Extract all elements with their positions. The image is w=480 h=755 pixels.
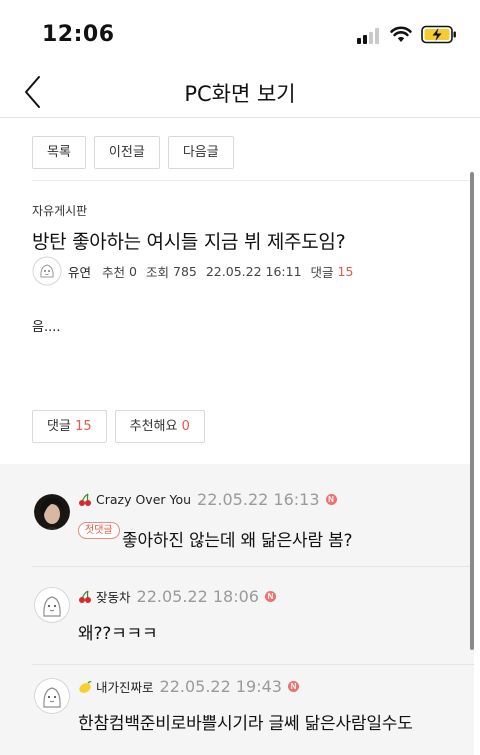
commenter-avatar[interactable] [34, 678, 70, 714]
recommend-button[interactable]: 추천해요 0 [114, 410, 205, 443]
post-actions: 댓글 15 추천해요 0 [32, 410, 205, 443]
post-meta: 유연 추천 0 조회 785 22.05.22 16:11 댓글 15 [32, 256, 362, 286]
comment-list: Crazy Over You 22.05.22 16:13 N 첫댓글 좋아하진… [0, 464, 474, 755]
commenter-name[interactable]: Crazy Over You [96, 492, 191, 507]
page-title: PC화면 보기 [184, 82, 296, 106]
new-badge: N [325, 494, 337, 505]
cherry-icon [79, 589, 91, 603]
comment-date: 22.05.22 16:13 [197, 490, 320, 509]
first-comment-tag: 첫댓글 [78, 522, 120, 539]
navigation-bar: PC화면 보기 [0, 66, 480, 118]
comments-label: 댓글 [310, 264, 334, 280]
likes-count: 0 [129, 263, 137, 279]
views-count: 785 [173, 263, 197, 279]
post-navigation: 목록 이전글 다음글 [32, 136, 234, 169]
list-button[interactable]: 목록 [32, 136, 86, 169]
comment-header: 잦동차 22.05.22 18:06 N [78, 587, 276, 606]
post-date: 22.05.22 16:11 [205, 263, 302, 279]
board-name[interactable]: 자유게시판 [32, 202, 87, 219]
comment-text: 한참컴백준비로바쁠시기라 글쎄 닮은사람일수도 [78, 714, 413, 734]
comment-item: Crazy Over You 22.05.22 16:13 N 첫댓글 좋아하진… [0, 464, 474, 561]
comment-date: 22.05.22 19:43 [159, 677, 282, 696]
comment-header: Crazy Over You 22.05.22 16:13 N [78, 490, 337, 509]
author-avatar[interactable] [32, 256, 62, 286]
comment-text: 좋아하진 않는데 왜 닮은사람 봄? [122, 531, 353, 551]
wifi-icon [390, 26, 412, 42]
status-bar: 12:06 [0, 0, 480, 66]
lemon-icon [79, 680, 92, 693]
commenter-name[interactable]: 잦동차 [96, 587, 131, 606]
comment-button-count: 15 [75, 419, 92, 434]
cellular-signal-icon [357, 28, 383, 44]
post-body: 음.... [32, 320, 61, 335]
cherry-icon [79, 492, 91, 506]
article: 목록 이전글 다음글 자유게시판 방탄 좋아하는 여시들 지금 뷔 제주도임? … [0, 118, 474, 464]
battery-charging-icon [421, 25, 456, 44]
comment-item: 내가진짜로 22.05.22 19:43 N 한참컴백준비로바쁠시기라 글쎄 닮… [0, 665, 474, 755]
recommend-button-count: 0 [181, 419, 190, 434]
commenter-avatar[interactable] [34, 587, 70, 623]
comment-item: 잦동차 22.05.22 18:06 N 왜??ㅋㅋㅋ [0, 567, 474, 663]
scrollbar[interactable] [470, 172, 474, 650]
likes-label: 추천 [102, 264, 126, 280]
views-label: 조회 [145, 264, 169, 280]
post-title: 방탄 좋아하는 여시들 지금 뷔 제주도임? [32, 231, 346, 253]
status-time: 12:06 [42, 22, 115, 47]
author-name[interactable]: 유연 [68, 262, 91, 281]
commenter-avatar[interactable] [34, 494, 70, 530]
next-post-button[interactable]: 다음글 [167, 136, 234, 169]
comment-button[interactable]: 댓글 15 [32, 410, 107, 443]
commenter-name[interactable]: 내가진짜로 [96, 677, 154, 696]
comment-button-label: 댓글 [47, 419, 71, 434]
comment-header: 내가진짜로 22.05.22 19:43 N [78, 677, 299, 696]
comment-date: 22.05.22 18:06 [136, 587, 259, 606]
divider [32, 180, 474, 181]
new-badge: N [264, 591, 276, 602]
previous-post-button[interactable]: 이전글 [93, 136, 160, 169]
comment-text: 왜??ㅋㅋㅋ [78, 624, 158, 644]
comments-count: 15 [337, 263, 354, 279]
recommend-button-label: 추천해요 [129, 419, 178, 434]
new-badge: N [287, 681, 299, 692]
